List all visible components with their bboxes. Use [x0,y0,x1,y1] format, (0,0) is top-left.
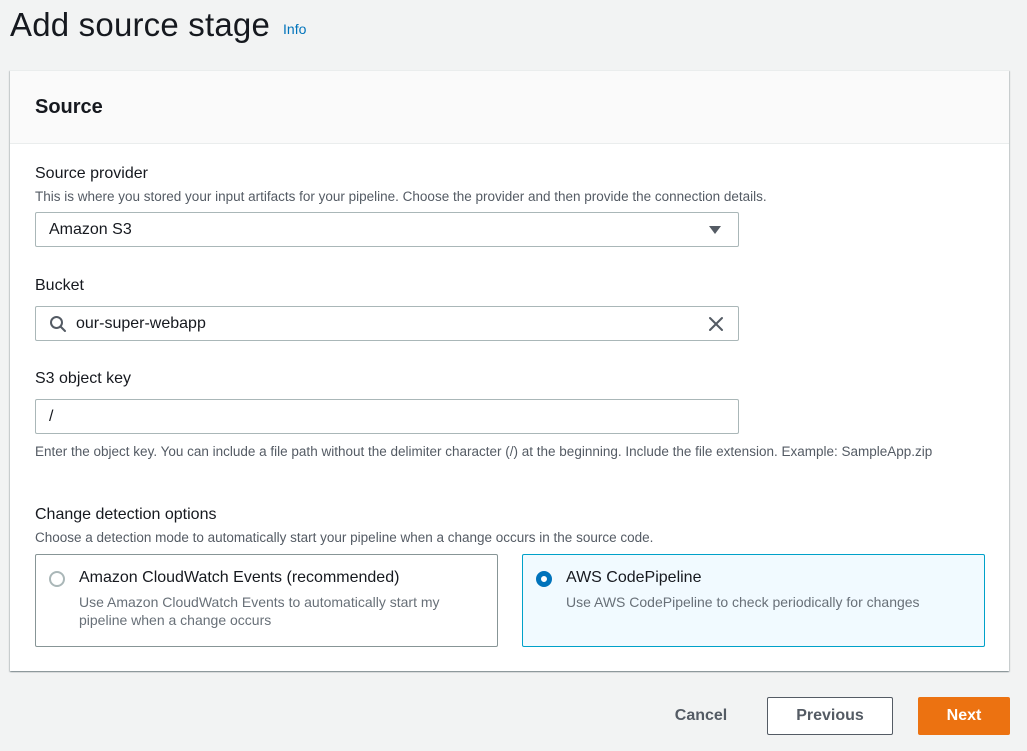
change-detection-label: Change detection options [35,506,217,523]
bucket-value: our-super-webapp [76,314,206,332]
change-detection-description: Choose a detection mode to automatically… [35,530,654,545]
radio-codepipeline[interactable] [536,571,552,587]
page-header: Add source stage Info [10,0,306,50]
search-icon [48,314,68,334]
object-key-value: / [49,407,54,425]
option-description: Use Amazon CloudWatch Events to automati… [79,594,440,628]
previous-button[interactable]: Previous [767,697,893,735]
option-description: Use AWS CodePipeline to check periodical… [566,594,920,610]
info-link[interactable]: Info [283,21,306,37]
option-cloudwatch-events[interactable]: Amazon CloudWatch Events (recommended) U… [35,554,498,647]
panel-header: Source [10,71,1009,144]
source-provider-value: Amazon S3 [49,220,132,238]
object-key-input[interactable]: / [35,399,739,434]
caret-down-icon [709,225,721,234]
page-title: Add source stage [10,6,271,43]
clear-icon[interactable] [706,314,726,334]
radio-cloudwatch-events[interactable] [49,571,65,587]
option-title: Amazon CloudWatch Events (recommended) [79,569,400,586]
option-title: AWS CodePipeline [566,569,702,586]
source-provider-description: This is where you stored your input arti… [35,189,767,204]
object-key-label: S3 object key [35,370,132,387]
source-panel: Source Source provider This is where you… [10,70,1009,671]
bucket-search-input[interactable]: our-super-webapp [35,306,739,341]
next-button[interactable]: Next [918,697,1010,735]
object-key-help: Enter the object key. You can include a … [35,444,933,459]
panel-title: Source [35,95,103,118]
option-codepipeline[interactable]: AWS CodePipeline Use AWS CodePipeline to… [522,554,985,647]
source-provider-label: Source provider [35,165,148,182]
cancel-button[interactable]: Cancel [660,697,742,735]
source-provider-select[interactable]: Amazon S3 [35,212,739,247]
bucket-label: Bucket [35,277,84,294]
